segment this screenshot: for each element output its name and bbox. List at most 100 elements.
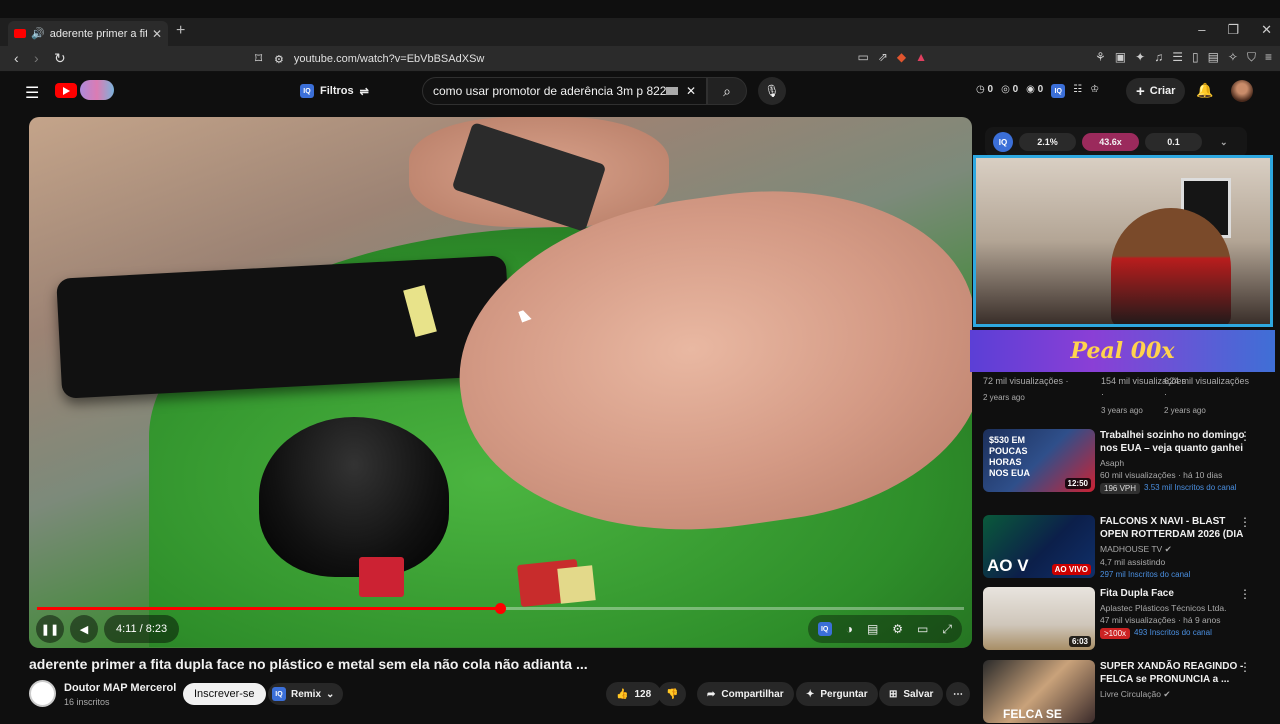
remix-button[interactable]: IQ Remix ⌄ — [268, 683, 344, 705]
channel-name[interactable]: Doutor MAP Mercerol — [64, 682, 176, 694]
extension-icon[interactable]: ⚘ — [1095, 50, 1106, 65]
recommendation-thumbnail[interactable]: $530 EM POUCAS HORAS NOS EUA 12:50 — [983, 429, 1095, 492]
rewards-icon[interactable]: ▲ — [915, 50, 927, 65]
subtitles-icon[interactable]: ▤ — [867, 622, 878, 636]
seek-bar[interactable] — [37, 603, 964, 614]
dislike-button[interactable]: 👎 — [658, 682, 687, 706]
video-frame-pot — [259, 417, 449, 577]
video-frame-yellow-tape — [557, 565, 596, 604]
recommendation-thumbnail[interactable]: FELCA SE — [983, 660, 1095, 723]
voice-search-button[interactable]: 🎙 — [758, 77, 786, 105]
keyboard-icon[interactable] — [665, 87, 678, 95]
video-frame-red-tape — [359, 557, 404, 597]
bookmark-icon[interactable]: ⌑ — [255, 50, 262, 67]
like-count: 128 — [634, 688, 652, 700]
ask-label: Perguntar — [820, 688, 868, 700]
puzzle-icon[interactable]: ✦ — [1135, 50, 1145, 65]
share-button[interactable]: ➦ Compartilhar — [697, 682, 794, 706]
music-icon[interactable]: ♫ — [1154, 50, 1163, 65]
chevron-down-icon[interactable]: ⌄ — [1220, 137, 1228, 148]
trophy-icon[interactable]: ♔ — [1090, 84, 1099, 98]
forward-icon[interactable]: › — [34, 50, 39, 66]
leo-icon[interactable]: ✧ — [1228, 50, 1238, 65]
short-views: 624 mil visualizações · — [1164, 376, 1250, 399]
seek-bar-handle[interactable] — [494, 603, 506, 614]
site-info-icon[interactable]: ⚙ — [274, 53, 284, 66]
short-item[interactable]: 72 mil visualizações · 2 years ago — [983, 375, 1073, 404]
notifications-bell-icon[interactable]: 🔔 — [1196, 82, 1213, 99]
pause-button[interactable]: ❚❚ — [36, 615, 64, 643]
recommendation-item[interactable]: FELCA SE SUPER XANDÃO REAGINDO - FELCA s… — [983, 660, 1273, 724]
save-button[interactable]: ⊞ Salvar — [879, 682, 944, 706]
recommendation-title[interactable]: SUPER XANDÃO REAGINDO - FELCA se PRONUNC… — [1100, 660, 1250, 686]
browser-tab[interactable]: 🔊 aderente primer a fita dupla f ✕ — [8, 21, 168, 46]
guide-menu-icon[interactable]: ☰ — [25, 83, 39, 103]
filtros-button[interactable]: IQ Filtros ⇌ — [300, 80, 369, 102]
maximize-icon[interactable]: ❐ — [1227, 22, 1239, 38]
more-options-icon[interactable]: ⋮ — [1239, 587, 1251, 601]
recommendation-info: Fita Dupla Face Aplastec Plásticos Técni… — [1100, 587, 1250, 639]
recommendation-channel[interactable]: Aplastec Plásticos Técnicos Ltda. — [1100, 603, 1250, 613]
search-input[interactable]: como usar promotor de aderência 3m p 822… — [422, 77, 707, 105]
more-options-icon[interactable]: ⋮ — [1239, 660, 1251, 674]
account-avatar[interactable] — [1231, 80, 1253, 102]
recommendation-info: SUPER XANDÃO REAGINDO - FELCA se PRONUNC… — [1100, 660, 1250, 700]
minimize-icon[interactable]: – — [1198, 22, 1205, 38]
clear-search-icon[interactable]: ✕ — [686, 84, 696, 98]
back-icon[interactable]: ‹ — [14, 50, 19, 66]
recommendation-channel[interactable]: Livre Circulação ✔ — [1100, 689, 1250, 700]
more-options-icon[interactable]: ⋮ — [1239, 429, 1251, 443]
recommendation-title[interactable]: Fita Dupla Face — [1100, 587, 1250, 600]
search-query-text: como usar promotor de aderência 3m p 822… — [433, 84, 666, 98]
theater-mode-icon[interactable]: ▭ — [917, 622, 928, 636]
recommendation-channel[interactable]: MADHOUSE TV ✔ — [1100, 544, 1250, 555]
plus-icon: + — [1136, 82, 1145, 100]
channel-avatar[interactable] — [29, 680, 56, 707]
recommendation-title[interactable]: Trabalhei sozinho no domingo nos EUA – v… — [1100, 429, 1250, 455]
doodle-icon[interactable] — [80, 80, 114, 100]
recommendation-channel[interactable]: Asaph — [1100, 458, 1250, 468]
vpn-icon[interactable]: ⛉ — [1247, 50, 1256, 65]
recommendation-item[interactable]: AO V AO VIVO FALCONS X NAVI - BLAST OPEN… — [983, 515, 1273, 579]
mute-button[interactable]: ◀ — [70, 615, 98, 643]
cast-icon[interactable]: ▭ — [857, 50, 868, 65]
list-icon[interactable]: ☷ — [1073, 84, 1082, 98]
close-window-icon[interactable]: ✕ — [1261, 22, 1272, 38]
close-tab-icon[interactable]: ✕ — [152, 27, 162, 41]
recommendation-item[interactable]: $530 EM POUCAS HORAS NOS EUA 12:50 Traba… — [983, 429, 1273, 494]
autoplay-toggle-icon[interactable]: ◑ — [846, 622, 853, 636]
reader-icon[interactable]: ☰ — [1172, 50, 1183, 65]
share-icon[interactable]: ⇗ — [878, 50, 888, 65]
new-tab-icon[interactable]: + — [176, 22, 185, 40]
recommendation-title[interactable]: FALCONS X NAVI - BLAST OPEN ROTTERDAM 20… — [1100, 515, 1250, 541]
recommendation-item[interactable]: 6:03 Fita Dupla Face Aplastec Plásticos … — [983, 587, 1273, 651]
more-options-icon[interactable]: ⋮ — [1239, 515, 1251, 529]
more-actions-button[interactable]: ⋯ — [946, 682, 970, 706]
recommendation-thumbnail[interactable]: 6:03 — [983, 587, 1095, 650]
subscribers-badge: 297 mil Inscritos do canal — [1100, 570, 1191, 579]
stat-3: ◉ 0 — [1026, 84, 1044, 95]
brave-shield-icon[interactable]: ◆ — [897, 50, 906, 65]
iq-player-icon[interactable]: IQ — [817, 622, 832, 636]
subscribe-button[interactable]: Inscrever-se — [183, 683, 266, 705]
recommendation-thumbnail[interactable]: AO V AO VIVO — [983, 515, 1095, 578]
youtube-logo-icon[interactable] — [55, 83, 77, 98]
streamer-banner: Peal 00x — [970, 330, 1275, 372]
settings-gear-icon[interactable]: ⚙ — [892, 622, 903, 636]
short-item[interactable]: 624 mil visualizações · 2 years ago — [1164, 375, 1254, 417]
like-button[interactable]: 👍 128 — [606, 682, 662, 706]
short-views: 72 mil visualizações · — [983, 376, 1069, 386]
create-button[interactable]: + Criar — [1126, 78, 1186, 104]
iq-small-icon[interactable]: IQ — [1051, 84, 1066, 98]
menu-icon[interactable]: ≡ — [1265, 50, 1272, 65]
ask-button[interactable]: ✦ Perguntar — [796, 682, 878, 706]
fullscreen-icon[interactable]: ⤢ — [942, 622, 952, 637]
subscribers-badge: 493 Inscritos do canal — [1134, 628, 1212, 637]
video-player[interactable]: ❚❚ ◀ 4:11 / 8:23 IQ ◑ ▤ ⚙ ▭ ⤢ — [29, 117, 972, 648]
filtros-label: Filtros — [320, 85, 354, 97]
tab-search-icon[interactable]: ▣ — [1115, 50, 1126, 65]
search-button[interactable]: ⌕ — [707, 77, 747, 105]
reload-icon[interactable]: ↻ — [54, 50, 66, 67]
sidebar-icon[interactable]: ▯ — [1192, 50, 1199, 65]
wallet-icon[interactable]: ▤ — [1208, 50, 1219, 65]
